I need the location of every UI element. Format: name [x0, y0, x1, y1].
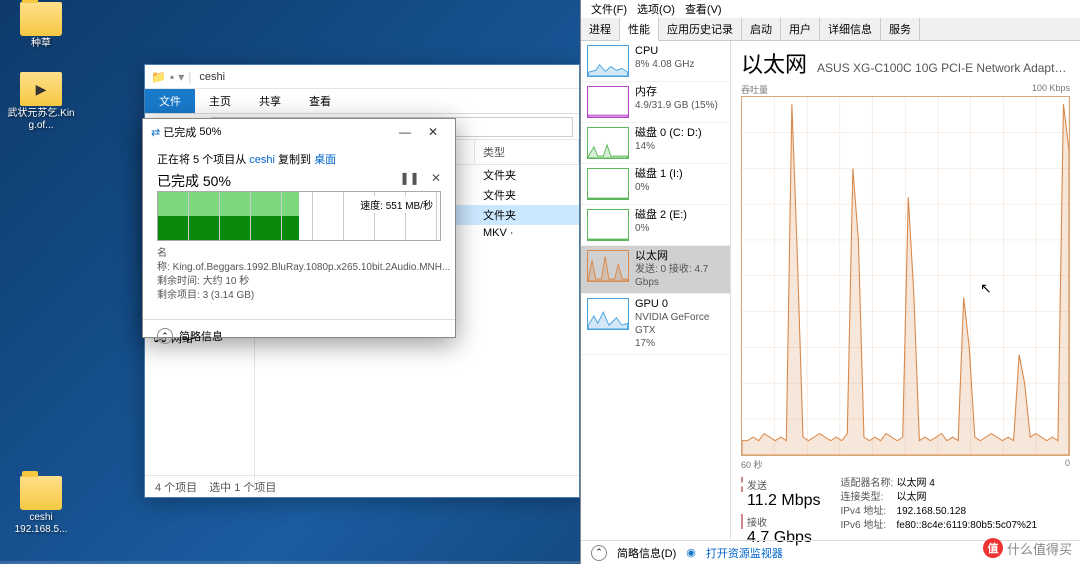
- copy-time-remaining: 大约 10 秒: [203, 276, 250, 287]
- network-meta: 适配器名称:以太网 4连接类型:以太网IPv4 地址:192.168.50.12…: [841, 477, 1038, 547]
- brief-info-toggle[interactable]: ⌃ 简略信息: [143, 319, 455, 352]
- brief-info-link[interactable]: 简略信息(D): [617, 545, 676, 561]
- menu-view[interactable]: 查看(V): [681, 1, 726, 17]
- chevron-up-icon: ⌃: [591, 545, 607, 561]
- pin-icon: ▪: [170, 70, 174, 84]
- open-resmon-link[interactable]: 打开资源监视器: [706, 545, 783, 561]
- chart-label-tr: 100 Kbps: [1032, 83, 1070, 96]
- window-title: ceshi: [199, 71, 225, 83]
- chart-label-br: 0: [1065, 458, 1070, 471]
- performance-list: CPU8% 4.08 GHz内存4.9/31.9 GB (15%)磁盘 0 (C…: [581, 41, 731, 539]
- cancel-button[interactable]: ✕: [431, 171, 441, 185]
- status-selected-count: 选中 1 个项目: [209, 479, 276, 495]
- copy-titlebar[interactable]: ⇄ 已完成 50% — ✕: [143, 119, 455, 145]
- folder-icon: [20, 2, 62, 36]
- perf-item-cpu[interactable]: CPU8% 4.08 GHz: [581, 41, 730, 82]
- perf-thumb-icon: [587, 127, 629, 159]
- perf-item-mem[interactable]: 内存4.9/31.9 GB (15%): [581, 82, 730, 123]
- copy-progress-dialog: ⇄ 已完成 50% — ✕ 正在将 5 个项目从 ceshi 复制到 桌面 ❚❚…: [142, 118, 456, 338]
- chart-label-bl: 60 秒: [741, 458, 763, 471]
- perf-thumb-icon: [587, 209, 629, 241]
- speed-label: 速度: 551 MB/秒: [357, 196, 436, 213]
- chart-label-tl: 吞吐量: [741, 83, 768, 96]
- status-item-count: 4 个项目: [155, 479, 197, 495]
- tab-0[interactable]: 进程: [581, 18, 620, 40]
- perf-item-disk2[interactable]: 磁盘 2 (E:)0%: [581, 205, 730, 246]
- progress-chart: 速度: 551 MB/秒: [157, 191, 441, 241]
- perf-thumb-icon: [587, 250, 629, 282]
- copy-items-remaining: 3 (3.14 GB): [203, 290, 255, 301]
- copy-filename: King.of.Beggars.1992.BluRay.1080p.x265.1…: [173, 262, 451, 273]
- copy-icon: ⇄: [151, 126, 160, 139]
- perf-thumb-icon: [587, 86, 629, 118]
- watermark-badge-icon: 值: [983, 538, 1003, 558]
- progress-percent: 50%: [203, 173, 231, 189]
- chevron-down-icon[interactable]: ▾: [178, 70, 184, 84]
- copy-description: 正在将 5 个项目从 ceshi 复制到 桌面: [157, 151, 441, 167]
- send-label: 发送: [741, 477, 821, 492]
- copy-title-percent: 50%: [199, 126, 221, 138]
- desktop-icon-label: 种草: [6, 38, 76, 50]
- copy-details: 名称: King.of.Beggars.1992.BluRay.1080p.x2…: [157, 247, 441, 303]
- perf-item-disk0[interactable]: 磁盘 0 (C: D:)14%: [581, 123, 730, 164]
- tab-6[interactable]: 服务: [881, 18, 920, 40]
- performance-detail: 以太网 ASUS XG-C100C 10G PCI-E Network Adap…: [731, 41, 1080, 539]
- tab-2[interactable]: 应用历史记录: [659, 18, 742, 40]
- throughput-chart: [741, 96, 1070, 456]
- tab-strip: 进程性能应用历史记录启动用户详细信息服务: [581, 18, 1080, 41]
- perf-item-disk1[interactable]: 磁盘 1 (I:)0%: [581, 164, 730, 205]
- perf-thumb-icon: [587, 45, 629, 77]
- watermark-text: 什么值得买: [1007, 539, 1072, 558]
- meta-row: 连接类型:以太网: [841, 491, 1038, 505]
- tab-5[interactable]: 详细信息: [820, 18, 881, 40]
- watermark: 值 什么值得买: [983, 538, 1072, 558]
- send-value: 11.2 Mbps: [741, 492, 821, 510]
- desktop-icon-label: 武状元苏乞.King.of...: [6, 108, 76, 132]
- perf-thumb-icon: [587, 168, 629, 200]
- status-bar: 4 个项目 选中 1 个项目: [145, 475, 579, 497]
- menu-file[interactable]: 文件(F): [587, 1, 631, 17]
- folder-icon: [20, 476, 62, 510]
- copy-source-link[interactable]: ceshi: [249, 154, 275, 166]
- task-manager-window: 文件(F) 选项(O) 查看(V) 进程性能应用历史记录启动用户详细信息服务 C…: [580, 0, 1080, 564]
- perf-item-eth[interactable]: 以太网发送: 0 接收: 4.7 Gbps: [581, 246, 730, 294]
- copy-dest-link[interactable]: 桌面: [314, 154, 336, 166]
- meta-row: 适配器名称:以太网 4: [841, 477, 1038, 491]
- ribbon-tab-view[interactable]: 查看: [295, 89, 345, 113]
- menu-options[interactable]: 选项(O): [633, 1, 679, 17]
- tab-1[interactable]: 性能: [620, 18, 659, 41]
- meta-row: IPv4 地址:192.168.50.128: [841, 505, 1038, 519]
- brief-info-label: 简略信息: [179, 328, 223, 344]
- ribbon: 文件 主页 共享 查看: [145, 89, 579, 114]
- explorer-titlebar[interactable]: 📁 ▪ ▾ | ceshi: [145, 65, 579, 89]
- perf-item-gpu[interactable]: GPU 0NVIDIA GeForce GTX 17%: [581, 294, 730, 355]
- adapter-name: ASUS XG-C100C 10G PCI-E Network Adapter …: [817, 61, 1070, 75]
- tab-3[interactable]: 启动: [742, 18, 781, 40]
- tab-4[interactable]: 用户: [781, 18, 820, 40]
- desktop-icon-folder[interactable]: 种草: [6, 2, 76, 50]
- desktop-icon-video[interactable]: ▶ 武状元苏乞.King.of...: [6, 72, 76, 132]
- meta-row: IPv6 地址:fe80::8c4e:6119:80b5:5c07%21: [841, 519, 1038, 533]
- ribbon-tab-share[interactable]: 共享: [245, 89, 295, 113]
- chevron-up-icon: ⌃: [157, 328, 173, 344]
- folder-icon: 📁: [151, 70, 166, 84]
- minimize-button[interactable]: —: [391, 125, 419, 139]
- progress-label: 已完成: [157, 173, 199, 189]
- pause-button[interactable]: ❚❚: [399, 171, 419, 185]
- col-header-type[interactable]: 类型: [475, 140, 579, 164]
- video-icon: ▶: [20, 72, 62, 106]
- desktop-icon-label: ceshi 192.168.5...: [6, 512, 76, 536]
- desktop-icon-network-folder[interactable]: ceshi 192.168.5...: [6, 476, 76, 536]
- resmon-icon: ◉: [686, 546, 696, 559]
- perf-thumb-icon: [587, 298, 629, 330]
- recv-label: 接收: [741, 514, 821, 529]
- ribbon-tab-file[interactable]: 文件: [145, 89, 195, 113]
- copy-title-prefix: 已完成: [163, 124, 196, 140]
- qat-icons: 📁 ▪ ▾ |: [151, 70, 191, 84]
- menu-bar: 文件(F) 选项(O) 查看(V): [581, 0, 1080, 18]
- detail-title: 以太网: [741, 47, 807, 79]
- ribbon-tab-home[interactable]: 主页: [195, 89, 245, 113]
- close-button[interactable]: ✕: [419, 125, 447, 139]
